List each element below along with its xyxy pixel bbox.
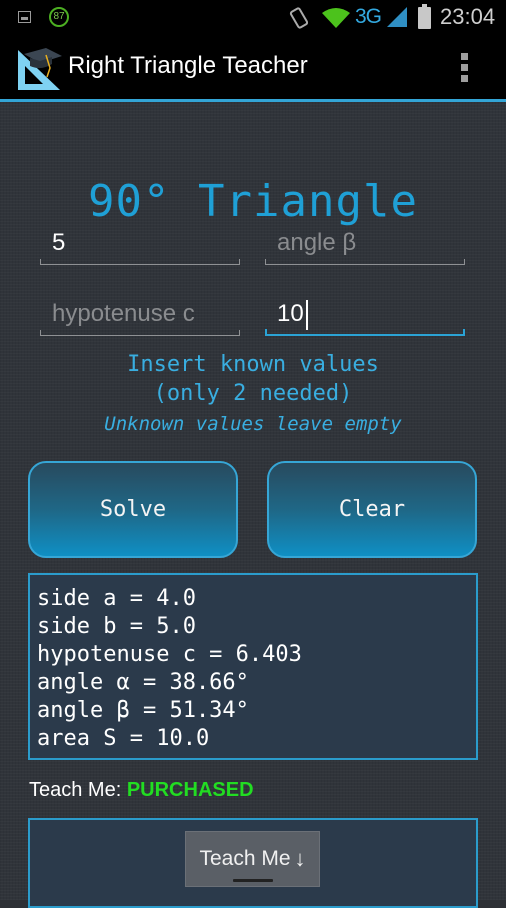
teach-me-status: Teach Me: PURCHASED: [29, 779, 254, 802]
results-panel: side a = 4.0 side b = 5.0 hypotenuse c =…: [28, 573, 478, 760]
teach-me-button-label: Teach Me: [199, 847, 291, 870]
network-type: 3G: [355, 5, 382, 28]
clock: 23:04: [440, 4, 496, 29]
side-a-field[interactable]: [40, 225, 240, 265]
area-input[interactable]: [265, 296, 465, 332]
result-side-a: side a = 4.0: [37, 586, 196, 611]
overflow-menu-icon[interactable]: [460, 53, 470, 85]
purchased-badge: PURCHASED: [126, 779, 254, 801]
hypotenuse-c-field[interactable]: [40, 296, 240, 336]
action-bar-divider: [0, 99, 506, 102]
battery-icon: [418, 4, 431, 29]
result-angle-alpha: angle α = 38.66°: [37, 670, 249, 695]
result-side-b: side b = 5.0: [37, 614, 196, 639]
side-a-underline: [40, 259, 240, 265]
wifi-icon: [322, 8, 350, 28]
hypotenuse-c-underline: [40, 330, 240, 336]
image-notification-icon: [18, 11, 31, 23]
result-hypotenuse-c: hypotenuse c = 6.403: [37, 642, 302, 667]
hypotenuse-c-input[interactable]: [40, 296, 240, 332]
signal-icon: [387, 7, 407, 27]
side-a-input[interactable]: [40, 225, 240, 261]
clear-button[interactable]: Clear: [267, 461, 477, 558]
app-title: Right Triangle Teacher: [68, 52, 308, 79]
angle-beta-underline: [265, 259, 465, 265]
result-angle-beta: angle β = 51.34°: [37, 698, 249, 723]
angle-beta-field[interactable]: [265, 225, 465, 265]
text-caret: [306, 300, 308, 330]
status-bar: 87 3G 23:04: [0, 0, 506, 38]
area-underline: [265, 329, 465, 336]
result-area: area S = 10.0: [37, 726, 210, 751]
angle-beta-input[interactable]: [265, 225, 465, 261]
action-bar: Right Triangle Teacher: [0, 38, 506, 99]
hint-leave-empty: Unknown values leave empty: [104, 413, 402, 435]
teach-me-label: Teach Me:: [29, 779, 127, 801]
battery-percent-icon: 87: [49, 7, 69, 27]
area-field[interactable]: [265, 296, 465, 336]
hint-insert-values: Insert known values: [127, 352, 379, 377]
hint-only-two: (only 2 needed): [153, 381, 353, 406]
teach-me-button[interactable]: Teach Me ↓: [185, 831, 320, 887]
arrow-down-icon: ↓: [294, 846, 306, 871]
solve-button[interactable]: Solve: [28, 461, 238, 558]
app-logo-icon[interactable]: [16, 46, 62, 92]
page-title: 90° Triangle: [88, 176, 418, 227]
vibrate-icon: [288, 6, 310, 30]
button-indicator: [233, 879, 273, 882]
